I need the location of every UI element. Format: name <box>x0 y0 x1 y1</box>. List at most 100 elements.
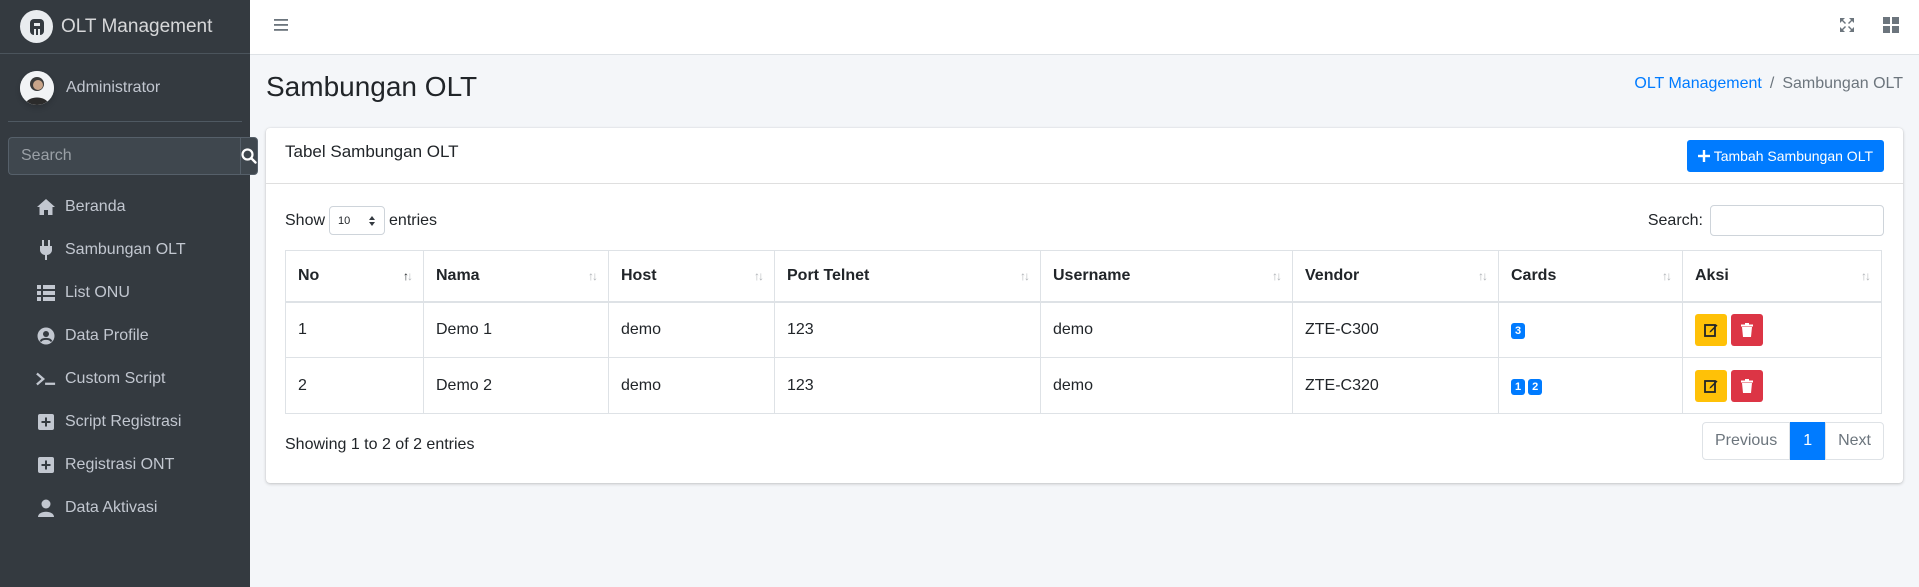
search-icon <box>241 148 257 164</box>
table-search: Search: <box>1648 205 1884 236</box>
sidebar-item-beranda[interactable]: Beranda <box>8 185 242 228</box>
brand-link[interactable]: OLT Management <box>0 0 250 54</box>
card-header: Tabel Sambungan OLT Tambah Sambungan OLT <box>266 128 1903 184</box>
sidebar-item-label: Custom Script <box>65 369 166 387</box>
sidebar-item-label: Beranda <box>65 197 126 215</box>
entries-select[interactable]: 10 <box>329 206 386 235</box>
sort-icon: ↑↓ <box>1861 269 1871 283</box>
plus-square-icon <box>36 412 56 432</box>
home-icon <box>36 197 56 217</box>
table-search-input[interactable] <box>1710 205 1884 236</box>
brand-logo-icon <box>20 10 53 43</box>
edit-button[interactable] <box>1695 369 1727 402</box>
brand-title: OLT Management <box>61 15 213 37</box>
sort-icon: ↑↓ <box>588 269 598 283</box>
cell-nama: Demo 1 <box>423 301 609 358</box>
cell-port: 123 <box>774 357 1041 414</box>
plus-square-icon <box>36 455 56 475</box>
entries-label: entries <box>389 211 438 229</box>
olt-table-card: Tabel Sambungan OLT Tambah Sambungan OLT… <box>266 128 1903 483</box>
pagination: Previous 1 Next <box>1701 422 1884 460</box>
cell-vendor: ZTE-C320 <box>1292 357 1499 414</box>
cell-no: 1 <box>285 301 424 358</box>
cell-aksi <box>1682 357 1882 414</box>
fullscreen-icon[interactable] <box>1839 17 1855 38</box>
sort-icon: ↑↓ <box>1020 269 1030 283</box>
pagination-next[interactable]: Next <box>1825 422 1884 460</box>
sidebar-search-button[interactable] <box>240 137 258 175</box>
delete-button[interactable] <box>1731 369 1763 402</box>
navbar-right <box>1839 17 1899 38</box>
add-olt-button-label: Tambah Sambungan OLT <box>1713 148 1873 164</box>
plug-icon <box>36 239 56 260</box>
edit-icon <box>1704 379 1718 393</box>
cell-no: 2 <box>285 357 424 414</box>
column-header-port-telnet[interactable]: Port Telnet ↑↓ <box>774 250 1041 303</box>
cell-vendor: ZTE-C300 <box>1292 301 1499 358</box>
terminal-icon <box>36 369 56 389</box>
show-label: Show <box>285 211 326 229</box>
sidebar-item-label: List ONU <box>65 283 130 301</box>
table-header-row: No ↑↓ Nama ↑↓ Host ↑↓ Port Telnet ↑↓ Usernam… <box>285 250 1882 303</box>
sidebar-search <box>8 137 258 175</box>
pagination-page-1[interactable]: 1 <box>1790 422 1826 460</box>
column-header-cards[interactable]: Cards ↑↓ <box>1498 250 1683 303</box>
delete-button[interactable] <box>1731 313 1763 346</box>
cell-username: demo <box>1040 301 1293 358</box>
cell-nama: Demo 2 <box>423 357 609 414</box>
top-navbar <box>250 0 1919 55</box>
column-header-username[interactable]: Username ↑↓ <box>1040 250 1293 303</box>
user-icon <box>36 498 56 518</box>
sort-icon: ↑↓ <box>1662 269 1672 283</box>
sidebar-item-label: Data Aktivasi <box>65 498 158 516</box>
add-olt-button[interactable]: Tambah Sambungan OLT <box>1686 140 1884 172</box>
control-sidebar-icon[interactable] <box>1883 17 1899 38</box>
card-badge: 3 <box>1511 322 1526 339</box>
sidebar-search-input[interactable] <box>8 137 240 175</box>
table-controls: Show 10 entries Search: <box>266 184 1903 250</box>
sidebar-item-label: Sambungan OLT <box>65 240 186 258</box>
card-badge: 2 <box>1528 378 1543 395</box>
column-header-host[interactable]: Host ↑↓ <box>608 250 775 303</box>
sidebar-item-script-registrasi[interactable]: Script Registrasi <box>8 400 242 443</box>
list-icon <box>36 283 56 303</box>
column-header-nama[interactable]: Nama ↑↓ <box>423 250 609 303</box>
trash-icon <box>1741 322 1753 337</box>
sidebar-item-list-onu[interactable]: List ONU <box>8 271 242 314</box>
page-title: Sambungan OLT <box>266 71 478 102</box>
sidebar-nav: Beranda Sambungan OLT List ONU Data Prof… <box>0 185 250 529</box>
user-circle-icon <box>36 326 56 346</box>
sort-arrows-icon <box>369 215 376 226</box>
sort-icon: ↑↓ <box>754 269 764 283</box>
cell-aksi <box>1682 301 1882 358</box>
sort-icon: ↑↓ <box>1272 269 1282 283</box>
edit-button[interactable] <box>1695 313 1727 346</box>
breadcrumb-separator: / <box>1769 75 1775 92</box>
show-entries: Show 10 entries <box>285 206 437 235</box>
card-title: Tabel Sambungan OLT <box>285 142 459 161</box>
breadcrumb-current: Sambungan OLT <box>1782 75 1903 92</box>
table-info: Showing 1 to 2 of 2 entries <box>285 436 475 453</box>
column-header-no[interactable]: No ↑↓ <box>285 250 424 303</box>
column-header-aksi[interactable]: Aksi ↑↓ <box>1682 250 1882 303</box>
sidebar-item-data-aktivasi[interactable]: Data Aktivasi <box>8 486 242 529</box>
sidebar-item-label: Data Profile <box>65 326 149 344</box>
pagination-previous[interactable]: Previous <box>1701 422 1791 460</box>
sidebar-item-sambungan-olt[interactable]: Sambungan OLT <box>8 228 242 271</box>
table-row: 1 Demo 1 demo 123 demo ZTE-C300 3 <box>285 301 1882 358</box>
card-badge: 1 <box>1511 378 1526 395</box>
sidebar-item-registrasi-ont[interactable]: Registrasi ONT <box>8 443 242 486</box>
user-name[interactable]: Administrator <box>66 79 160 97</box>
sidebar-item-data-profile[interactable]: Data Profile <box>8 314 242 357</box>
column-header-vendor[interactable]: Vendor ↑↓ <box>1292 250 1499 303</box>
sidebar: OLT Management Administrator Beranda Sam… <box>0 0 258 587</box>
cell-port: 123 <box>774 301 1041 358</box>
trash-icon <box>1741 378 1753 393</box>
cell-host: demo <box>608 301 775 358</box>
cell-cards: 12 <box>1498 357 1683 414</box>
user-panel[interactable]: Administrator <box>8 54 242 122</box>
sidebar-item-custom-script[interactable]: Custom Script <box>8 357 242 400</box>
menu-toggle-icon[interactable] <box>274 18 288 37</box>
breadcrumb-home-link[interactable]: OLT Management <box>1634 75 1761 93</box>
cell-username: demo <box>1040 357 1293 414</box>
